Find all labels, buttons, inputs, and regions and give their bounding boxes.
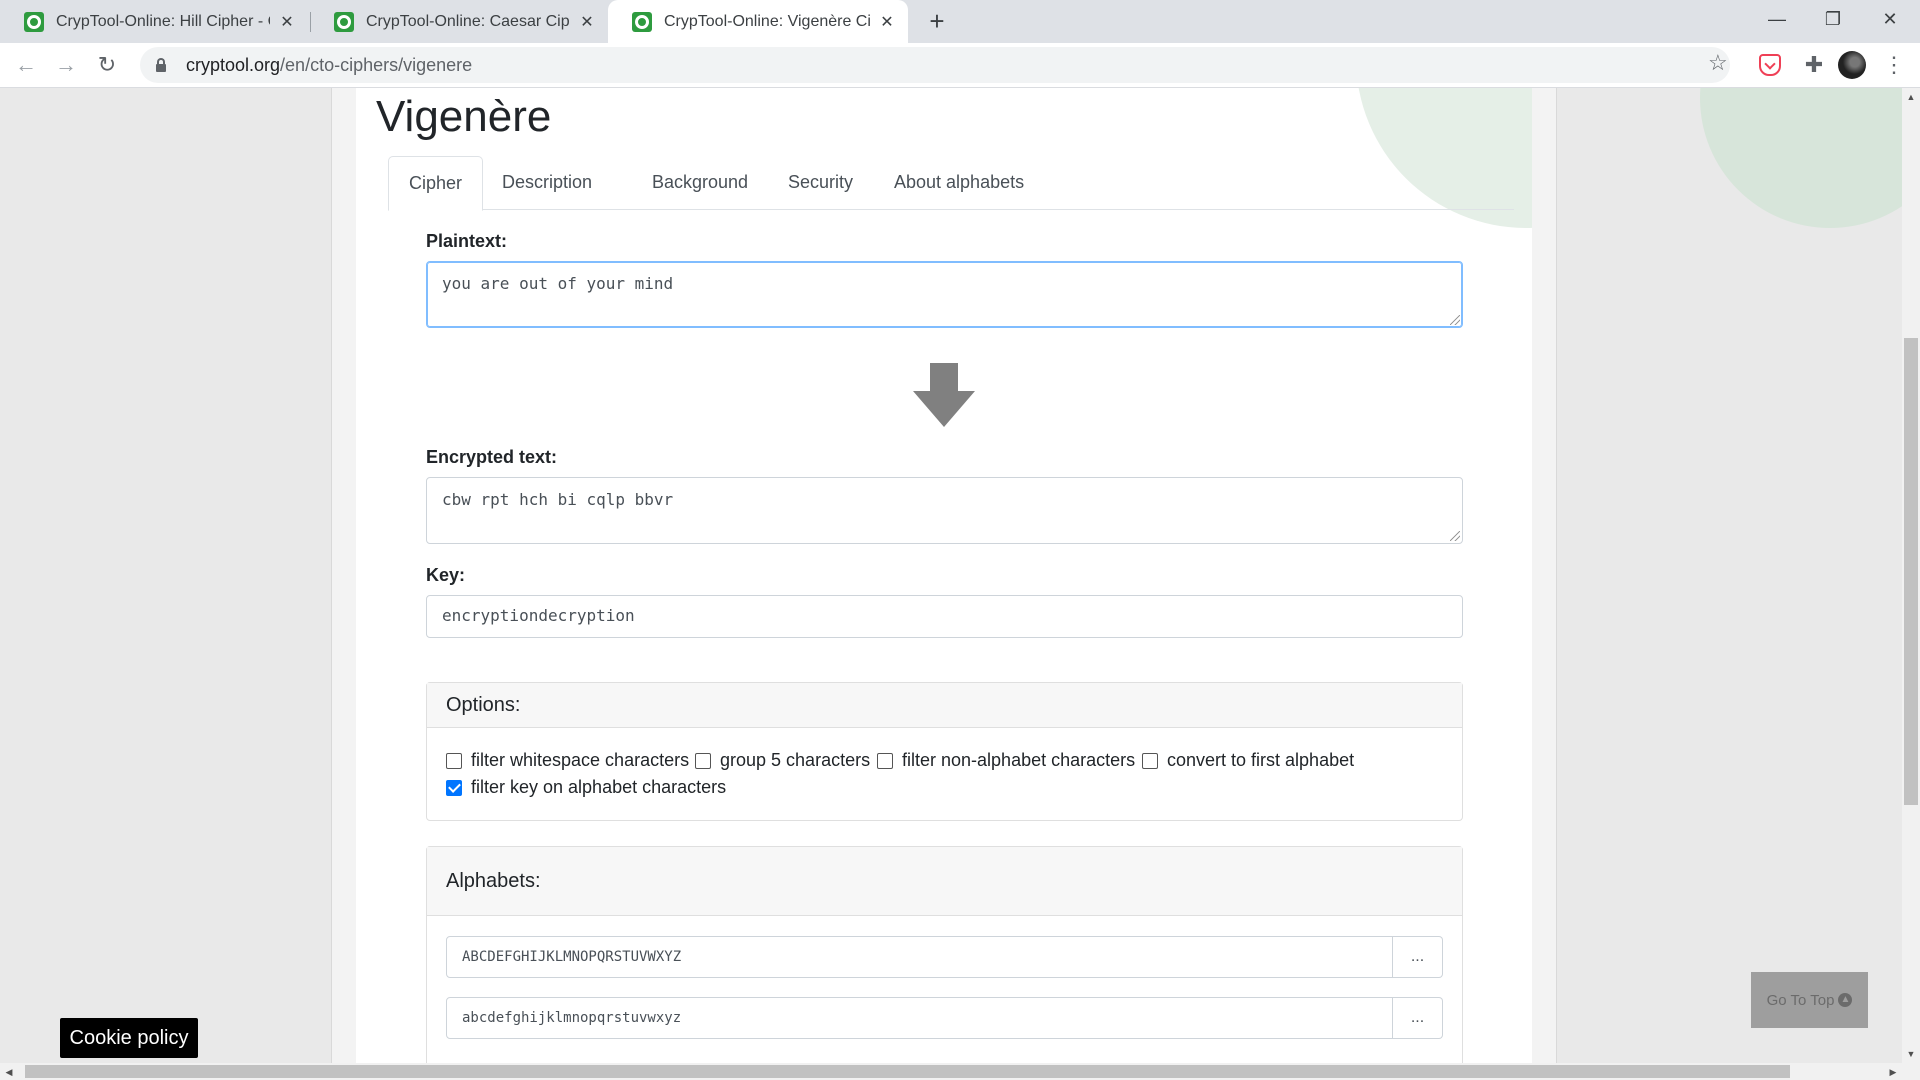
browser-tab-strip: CrypTool-Online: Hill Cipher - Cry ✕ Cry… xyxy=(0,0,1920,43)
profile-avatar[interactable] xyxy=(1838,51,1866,79)
cryptool-favicon-icon xyxy=(334,11,354,32)
key-label: Key: xyxy=(426,565,466,585)
option-convert-first-alphabet[interactable]: convert to first alphabet xyxy=(1142,750,1354,771)
encrypted-text-output[interactable]: cbw rpt hch bi cqlp bbvr xyxy=(426,477,1463,544)
resize-grip-icon[interactable] xyxy=(1450,531,1460,541)
close-tab-icon[interactable]: ✕ xyxy=(578,12,596,32)
plaintext-input[interactable]: you are out of your mind xyxy=(426,261,1463,328)
encrypted-text-label: Encrypted text: xyxy=(426,447,558,467)
address-bar[interactable]: cryptool.org/en/cto-ciphers/vigenere xyxy=(140,47,1730,83)
close-tab-icon[interactable]: ✕ xyxy=(278,12,296,32)
checkbox[interactable] xyxy=(877,752,893,769)
cipher-tabs: Cipher Description Background Security A… xyxy=(388,156,1514,211)
page-viewport: Vigenère Cipher Description Background S… xyxy=(0,88,1902,1063)
new-tab-button[interactable]: + xyxy=(922,6,952,36)
tab-description[interactable]: Description xyxy=(482,156,612,210)
forward-arrow-icon[interactable]: → xyxy=(50,49,82,81)
go-to-top-button[interactable]: Go To Top ▲ xyxy=(1751,972,1868,1028)
url-text: cryptool.org/en/cto-ciphers/vigenere xyxy=(186,54,473,75)
browser-tab-caesar[interactable]: CrypTool-Online: Caesar Cipher - ✕ xyxy=(310,0,608,43)
plaintext-value: you are out of your mind xyxy=(442,274,674,293)
kebab-menu-icon[interactable]: ⋮ xyxy=(1880,51,1908,79)
alphabet-row: abcdefghijklmnopqrstuvwxyz ... xyxy=(446,997,1443,1039)
option-filter-non-alphabet[interactable]: filter non-alphabet characters xyxy=(877,750,1135,771)
tab-title: CrypTool-Online: Hill Cipher - Cry xyxy=(56,12,270,30)
down-arrow-icon xyxy=(913,363,975,427)
tab-background[interactable]: Background xyxy=(632,156,768,210)
minimize-button[interactable]: — xyxy=(1749,0,1805,40)
arrow-up-circle-icon: ▲ xyxy=(1838,993,1853,1007)
tab-about-alphabets[interactable]: About alphabets xyxy=(874,156,1044,210)
tab-title: CrypTool-Online: Caesar Cipher - xyxy=(366,12,570,30)
key-input[interactable]: encryptiondecryption xyxy=(426,595,1463,638)
alphabet-input[interactable]: ABCDEFGHIJKLMNOPQRSTUVWXYZ xyxy=(446,936,1393,978)
encrypted-text-value: cbw rpt hch bi cqlp bbvr xyxy=(442,490,674,509)
cookie-policy-button[interactable]: Cookie policy xyxy=(60,1018,198,1058)
pocket-icon[interactable] xyxy=(1759,54,1781,76)
lock-icon xyxy=(156,57,166,72)
resize-grip-icon[interactable] xyxy=(1450,315,1460,325)
reload-icon[interactable]: ↻ xyxy=(91,49,123,81)
alphabet-more-button[interactable]: ... xyxy=(1393,997,1443,1039)
checkbox[interactable] xyxy=(1142,752,1158,769)
background-decoration xyxy=(1700,88,1902,228)
browser-tab-hill[interactable]: CrypTool-Online: Hill Cipher - Cry ✕ xyxy=(0,0,308,43)
close-window-button[interactable]: ✕ xyxy=(1862,0,1918,40)
alphabets-card: Alphabets: ABCDEFGHIJKLMNOPQRSTUVWXYZ ..… xyxy=(426,846,1463,1063)
browser-tab-vigenere[interactable]: CrypTool-Online: Vigenère Ciphe ✕ xyxy=(608,0,908,43)
checkbox[interactable] xyxy=(695,752,711,769)
alphabet-more-button[interactable]: ... xyxy=(1393,936,1443,978)
scroll-left-icon[interactable]: ◀ xyxy=(0,1063,18,1080)
options-card: Options: filter whitespace characters gr… xyxy=(426,682,1463,821)
options-title: Options: xyxy=(427,683,1462,728)
option-filter-whitespace[interactable]: filter whitespace characters xyxy=(446,750,689,771)
bookmark-star-icon[interactable]: ☆ xyxy=(1708,50,1728,76)
key-value: encryptiondecryption xyxy=(442,606,635,625)
tab-cipher[interactable]: Cipher xyxy=(388,156,484,211)
tab-security[interactable]: Security xyxy=(768,156,873,210)
checkbox[interactable] xyxy=(446,752,462,769)
vertical-scrollbar[interactable]: ▲ ▼ xyxy=(1902,88,1920,1063)
page-title: Vigenère xyxy=(376,92,552,141)
option-group-5[interactable]: group 5 characters xyxy=(695,750,870,771)
alphabet-row: ABCDEFGHIJKLMNOPQRSTUVWXYZ ... xyxy=(446,936,1443,978)
scroll-thumb[interactable] xyxy=(1904,338,1918,805)
alphabets-title: Alphabets: xyxy=(427,847,1462,916)
plaintext-label: Plaintext: xyxy=(426,231,508,251)
tab-title: CrypTool-Online: Vigenère Ciphe xyxy=(664,12,870,30)
checkbox-checked[interactable] xyxy=(446,779,462,796)
scroll-down-icon[interactable]: ▼ xyxy=(1902,1045,1920,1063)
scroll-right-icon[interactable]: ▶ xyxy=(1884,1063,1902,1080)
close-tab-icon[interactable]: ✕ xyxy=(878,12,896,32)
browser-toolbar: ← → ↻ cryptool.org/en/cto-ciphers/vigene… xyxy=(0,43,1920,88)
alphabet-input[interactable]: abcdefghijklmnopqrstuvwxyz xyxy=(446,997,1393,1039)
scroll-thumb[interactable] xyxy=(25,1065,1790,1078)
scroll-up-icon[interactable]: ▲ xyxy=(1902,88,1920,106)
cryptool-favicon-icon xyxy=(632,11,652,32)
restore-button[interactable]: ❐ xyxy=(1805,0,1861,40)
extensions-puzzle-icon[interactable]: ✚ xyxy=(1800,51,1828,79)
option-filter-key[interactable]: filter key on alphabet characters xyxy=(446,777,726,798)
cryptool-favicon-icon xyxy=(24,11,44,32)
back-arrow-icon[interactable]: ← xyxy=(10,49,42,81)
horizontal-scrollbar[interactable]: ◀ ▶ xyxy=(0,1063,1920,1080)
